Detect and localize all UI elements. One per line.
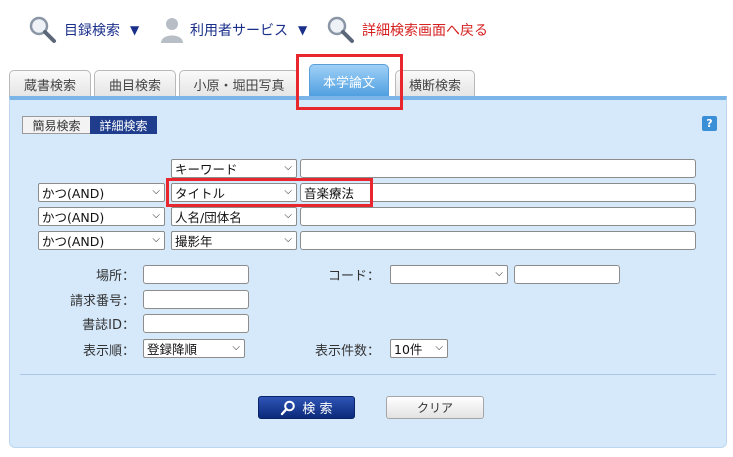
chevron-down-icon: ⌵	[435, 342, 443, 353]
user-icon	[161, 18, 183, 43]
code-label: コード：	[327, 269, 380, 284]
code-input[interactable]	[514, 265, 620, 284]
back-to-detailed-link[interactable]: 詳細検索画面へ戻る	[362, 20, 488, 40]
field-select-value: キーワード	[175, 162, 238, 177]
user-services-link[interactable]: 利用者サービス	[190, 20, 288, 40]
magnifier-icon	[327, 16, 354, 43]
chevron-down-icon: ⌵	[495, 268, 503, 279]
tab-cross-search[interactable]: 横断検索	[395, 70, 475, 97]
search-button-label: 検 索	[302, 402, 333, 417]
search-term-input-1[interactable]	[300, 159, 696, 178]
field-select-4[interactable]: 撮影年 ⌵	[171, 231, 297, 250]
display-order-select[interactable]: 登録降順 ⌵	[143, 339, 245, 358]
per-page-label: 表示件数：	[314, 344, 380, 359]
operator-select-value: かつ(AND)	[42, 234, 105, 249]
chevron-down-icon: ⌵	[284, 162, 292, 173]
location-input[interactable]	[143, 265, 249, 284]
simple-search-toggle[interactable]: 簡易検索	[22, 116, 91, 134]
back-to-detailed-menu[interactable]: 詳細検索画面へ戻る	[326, 16, 488, 43]
clear-button[interactable]: クリア	[386, 396, 484, 419]
catalog-search-menu[interactable]: 目録検索 ▼	[28, 16, 140, 43]
tab-theses[interactable]: 本学論文	[309, 64, 389, 97]
bib-id-input[interactable]	[143, 314, 249, 333]
search-term-input-2[interactable]: 音楽療法	[300, 183, 696, 202]
help-icon[interactable]: ?	[702, 116, 717, 131]
search-button[interactable]: 検 索	[258, 396, 355, 419]
tab-tracks[interactable]: 曲目検索	[94, 70, 176, 97]
field-select-1[interactable]: キーワード ⌵	[171, 159, 297, 178]
catalog-search-link[interactable]: 目録検索	[64, 20, 120, 40]
call-number-label: 請求番号：	[69, 294, 135, 309]
field-select-2[interactable]: タイトル ⌵	[171, 183, 297, 202]
field-select-value: 撮影年	[175, 234, 213, 249]
operator-select-3[interactable]: かつ(AND) ⌵	[38, 207, 165, 226]
per-page-value: 10件	[394, 342, 423, 357]
display-order-label: 表示順：	[82, 344, 135, 359]
tab-holdings[interactable]: 蔵書検索	[9, 70, 91, 97]
operator-select-value: かつ(AND)	[42, 186, 105, 201]
magnifier-icon	[29, 16, 56, 43]
chevron-down-icon: ▼	[298, 23, 308, 37]
display-order-value: 登録降順	[147, 342, 198, 357]
operator-select-value: かつ(AND)	[42, 210, 105, 225]
code-select[interactable]: ⌵	[390, 265, 508, 284]
operator-select-2[interactable]: かつ(AND) ⌵	[38, 183, 165, 202]
chevron-down-icon: ▼	[130, 23, 140, 37]
tab-photos[interactable]: 小原・堀田写真	[179, 70, 299, 97]
chevron-down-icon: ⌵	[284, 210, 292, 221]
search-term-input-4[interactable]	[300, 231, 696, 250]
chevron-down-icon: ⌵	[152, 234, 160, 245]
search-icon	[281, 400, 296, 415]
detailed-search-toggle[interactable]: 詳細検索	[90, 116, 157, 134]
user-services-menu[interactable]: 利用者サービス ▼	[160, 18, 308, 43]
field-select-3[interactable]: 人名/団体名 ⌵	[171, 207, 297, 226]
field-select-value: タイトル	[175, 186, 226, 201]
chevron-down-icon: ⌵	[152, 186, 160, 197]
bib-id-label: 書誌ID：	[82, 318, 135, 333]
chevron-down-icon: ⌵	[284, 234, 292, 245]
call-number-input[interactable]	[143, 290, 249, 309]
chevron-down-icon: ⌵	[232, 342, 240, 353]
operator-select-4[interactable]: かつ(AND) ⌵	[38, 231, 165, 250]
field-select-value: 人名/団体名	[175, 210, 242, 225]
per-page-select[interactable]: 10件 ⌵	[390, 339, 448, 358]
chevron-down-icon: ⌵	[284, 186, 292, 197]
location-label: 場所：	[95, 269, 135, 284]
search-term-input-3[interactable]	[300, 207, 696, 226]
chevron-down-icon: ⌵	[152, 210, 160, 221]
divider	[20, 374, 716, 375]
